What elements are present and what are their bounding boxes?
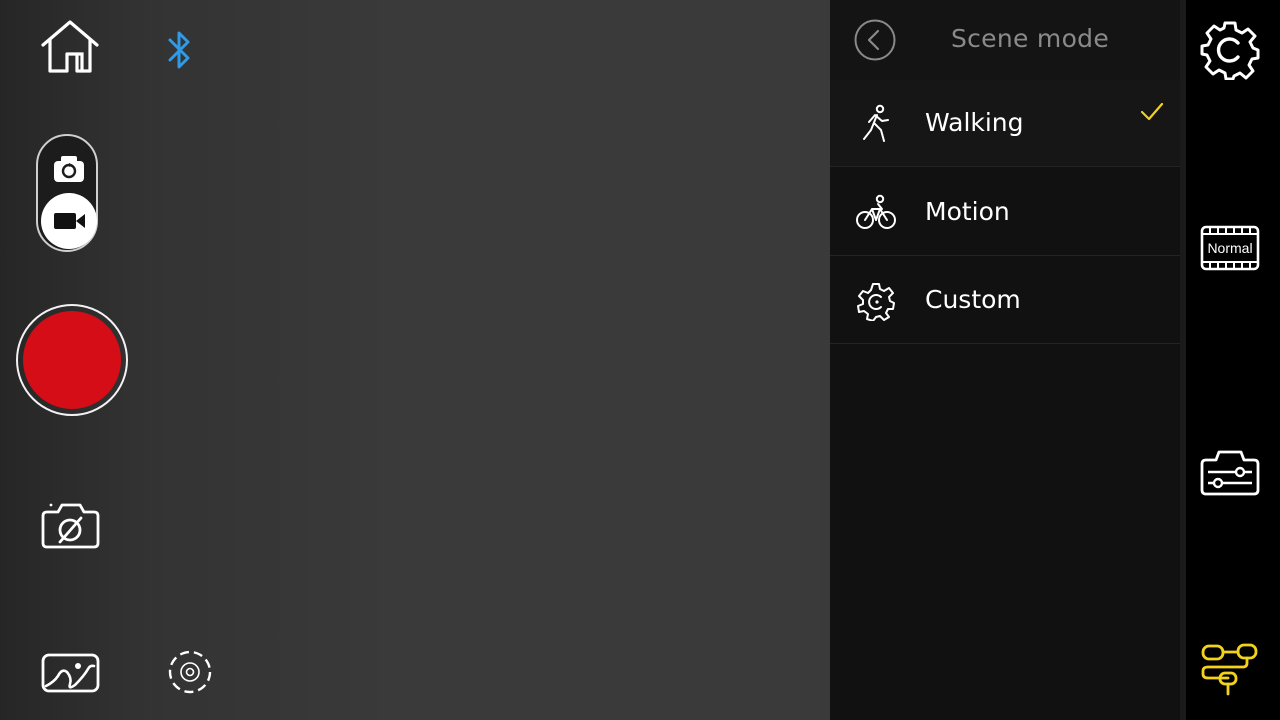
- camera-sliders-icon[interactable]: [1200, 448, 1260, 496]
- photo-video-mode-toggle[interactable]: [36, 134, 98, 252]
- settings-c-icon[interactable]: [1200, 20, 1260, 80]
- walking-icon: [863, 104, 889, 142]
- custom-gear-icon: [857, 283, 895, 321]
- focus-target-icon[interactable]: [166, 648, 214, 696]
- photo-mode-icon[interactable]: [51, 154, 87, 184]
- video-mode-button[interactable]: [41, 193, 97, 249]
- scene-mode-panel: Scene mode Walking Motion Custom: [830, 0, 1180, 720]
- camera-app-screen: Scene mode Walking Motion Custom Normal: [0, 0, 1280, 720]
- scene-option-label: Custom: [925, 285, 1021, 314]
- gallery-icon[interactable]: [40, 652, 102, 694]
- cycling-icon: [856, 194, 896, 229]
- scene-panel-title: Scene mode: [950, 24, 1110, 53]
- scene-option-walking[interactable]: Walking: [830, 80, 1180, 167]
- scene-option-label: Walking: [925, 108, 1024, 137]
- record-indicator: [23, 311, 121, 409]
- gimbal-mode-icon[interactable]: [1200, 640, 1260, 698]
- back-icon[interactable]: [854, 19, 896, 61]
- scene-option-motion[interactable]: Motion: [830, 169, 1180, 256]
- selected-check-icon: [1140, 102, 1164, 121]
- scene-panel-header: Scene mode: [830, 0, 1180, 80]
- scene-option-custom[interactable]: Custom: [830, 257, 1180, 344]
- video-camera-icon: [54, 213, 85, 229]
- home-icon[interactable]: [38, 18, 102, 76]
- right-toolbar: [1186, 0, 1280, 720]
- scene-option-label: Motion: [925, 197, 1010, 226]
- film-mode-icon[interactable]: Normal: [1200, 225, 1260, 271]
- record-shutter-button[interactable]: [16, 304, 128, 416]
- camera-off-icon[interactable]: [40, 502, 102, 550]
- bluetooth-icon[interactable]: [166, 28, 194, 72]
- film-mode-label: Normal: [1207, 240, 1252, 256]
